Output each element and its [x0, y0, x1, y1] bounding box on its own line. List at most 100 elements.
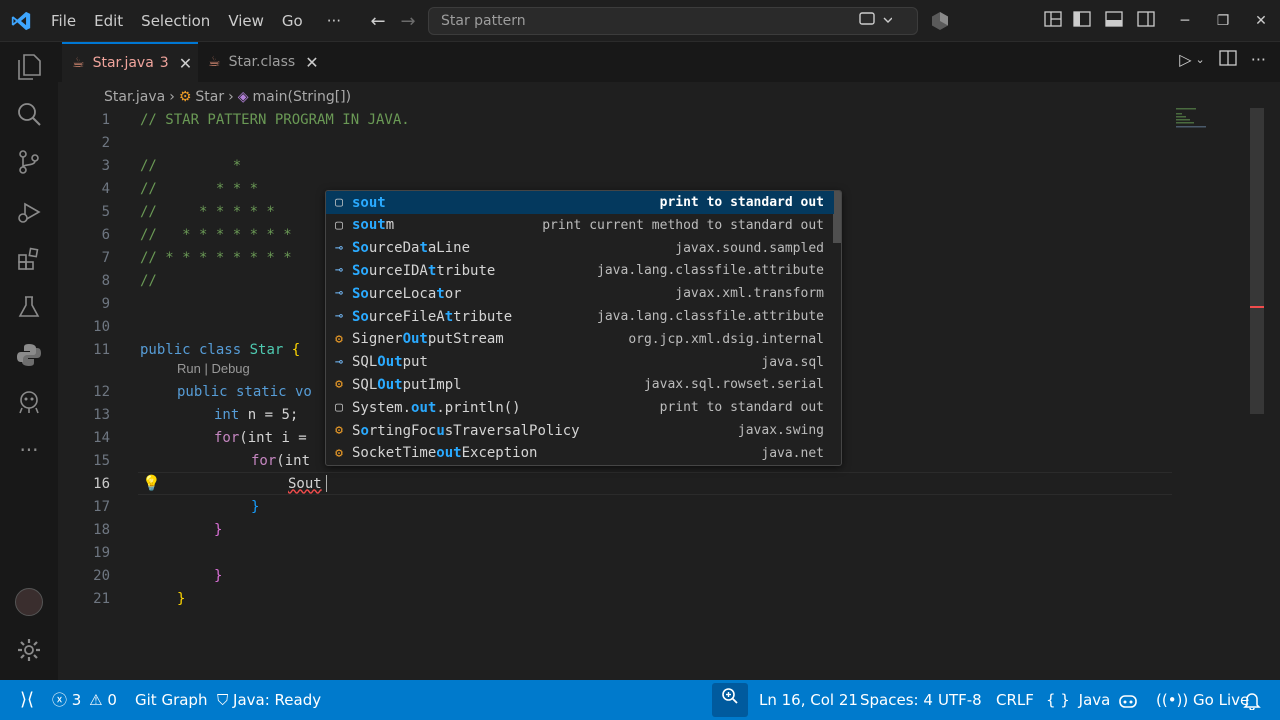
match-highlight: sout — [352, 194, 386, 211]
accounts-hexagon-icon[interactable] — [930, 11, 950, 35]
toggle-primary-sidebar-icon[interactable] — [1066, 11, 1098, 31]
match-highlight: out — [411, 399, 437, 416]
problems-indicator[interactable]: ⓧ 3 ⚠ 0 — [52, 680, 117, 720]
java-file-icon: ☕ — [208, 54, 221, 70]
more-actions-icon[interactable]: ··· — [1251, 50, 1266, 70]
error-scroll-marker — [1250, 306, 1264, 308]
language-mode[interactable]: { } Java — [1046, 680, 1110, 720]
zoom-icon[interactable] — [712, 683, 748, 717]
tab-star-java[interactable]: ☕ Star.java 3 ✕ — [62, 42, 198, 82]
menu-more[interactable]: ··· — [318, 0, 350, 42]
suggestion-label: SortingFocusTraversalPolicy — [352, 423, 738, 439]
suggestion-item[interactable]: ⚙ SQLOutputImpl javax.sql.rowset.serial — [326, 373, 834, 396]
go-live-button[interactable]: ((•)) Go Live — [1156, 680, 1249, 720]
explorer-files-icon[interactable] — [14, 52, 44, 82]
suggestion-item[interactable]: ⊸ SourceFileAttribute java.lang.classfile.… — [326, 305, 834, 328]
suggestion-item[interactable]: ⚙ SignerOutputStream org.jcp.xml.dsig.inte… — [326, 328, 834, 351]
label-text: put — [402, 354, 428, 371]
minimize-button[interactable]: ─ — [1166, 13, 1204, 29]
menu-view[interactable]: View — [219, 0, 273, 42]
customize-layout-icon[interactable] — [1040, 11, 1066, 31]
code-comment: // * * * * * * * * — [140, 249, 292, 266]
suggestion-item[interactable]: ⚙ SortingFocusTraversalPolicy javax.swing — [326, 419, 834, 442]
suggestion-item[interactable]: ⊸ SourceDataLine javax.sound.sampled — [326, 237, 834, 260]
source-control-icon[interactable] — [14, 147, 44, 177]
close-icon[interactable]: ✕ — [305, 53, 318, 72]
more-views-icon[interactable]: ··· — [14, 435, 44, 465]
toggle-secondary-sidebar-icon[interactable] — [1130, 11, 1162, 31]
remote-explorer-icon[interactable] — [14, 387, 44, 417]
label-text: System. — [352, 399, 412, 416]
menu-file[interactable]: File — [42, 0, 85, 42]
menu-selection[interactable]: Selection — [132, 0, 219, 42]
run-java-icon[interactable]: ▷ — [1179, 50, 1191, 70]
suggestion-item[interactable]: ⊸ SQLOutput java.sql — [326, 351, 834, 374]
breadcrumb-class[interactable]: Star — [195, 89, 224, 105]
suggestion-item[interactable]: ⊸ SourceLocator javax.xml.transform — [326, 282, 834, 305]
class-icon: ⚙ — [178, 89, 192, 105]
notifications-bell-icon[interactable] — [1243, 680, 1261, 720]
label-text: putStream — [427, 331, 504, 348]
settings-gear-icon[interactable] — [14, 635, 44, 665]
encoding[interactable]: UTF-8 — [938, 680, 982, 720]
breadcrumb-method[interactable]: main(String[]) — [253, 89, 352, 105]
forward-arrow-icon[interactable]: → — [393, 11, 423, 32]
label-text: or — [444, 285, 462, 302]
testing-flask-icon[interactable] — [14, 292, 44, 322]
restore-button[interactable]: ❐ — [1204, 13, 1242, 29]
remote-indicator-icon[interactable]: ⟩⟨ — [0, 680, 54, 720]
suggestion-item[interactable]: ⚙ SocketTimeoutException java.net — [326, 442, 834, 465]
search-icon[interactable] — [14, 99, 44, 129]
method-icon: ◈ — [237, 89, 249, 105]
suggest-scrollbar[interactable] — [833, 191, 841, 243]
minimap[interactable] — [1176, 108, 1216, 138]
breadcrumb-file[interactable]: Star.java — [104, 89, 165, 105]
code-comment: // — [140, 272, 157, 289]
command-center-search[interactable]: Star pattern — [428, 7, 918, 35]
menu-edit[interactable]: Edit — [85, 0, 132, 42]
class-icon: ⚙ — [335, 331, 343, 347]
chevron-down-icon[interactable]: ⌄ — [1196, 53, 1205, 70]
java-status[interactable]: ⛉ Java: Ready — [217, 680, 321, 720]
close-icon[interactable]: ✕ — [179, 54, 192, 73]
split-editor-icon[interactable] — [1219, 50, 1237, 70]
line-number: 10 — [93, 318, 110, 335]
suggestion-item[interactable]: ⊸ SourceIDAttribute java.lang.classfile.at… — [326, 259, 834, 282]
toggle-panel-icon[interactable] — [1098, 11, 1130, 31]
extensions-icon[interactable] — [14, 244, 44, 274]
suggestion-label: SQLOutput — [352, 354, 761, 370]
python-icon[interactable] — [14, 340, 44, 370]
code-brace: { — [291, 341, 301, 358]
broadcast-icon: ((•)) — [1156, 691, 1189, 709]
suggestion-label: SourceDataLine — [352, 240, 675, 256]
back-arrow-icon[interactable]: ← — [363, 11, 393, 32]
label-text: SocketTime — [352, 445, 437, 462]
line-endings[interactable]: CRLF — [996, 680, 1034, 720]
tab-star-class[interactable]: ☕ Star.class ✕ — [198, 42, 324, 82]
editor-tabs: ☕ Star.java 3 ✕ ☕ Star.class ✕ ▷ ⌄ ··· — [58, 42, 1280, 82]
label-text: SQL — [352, 376, 378, 393]
class-icon: ⚙ — [335, 423, 343, 438]
copilot-status-icon[interactable] — [1118, 680, 1138, 720]
close-window-button[interactable]: ✕ — [1242, 13, 1280, 29]
cursor-position[interactable]: Ln 16, Col 21 — [759, 680, 858, 720]
code-statement: for(int i = — [214, 430, 315, 446]
braces-icon: { } — [1046, 691, 1070, 709]
suggestion-item[interactable]: ▢ soutm print current method to standard o… — [326, 214, 834, 237]
run-debug-icon[interactable] — [14, 197, 44, 227]
copilot-chat-icon[interactable] — [858, 10, 893, 34]
suggestion-item[interactable]: ▢ System.out.println() print to standard o… — [326, 396, 834, 419]
autocomplete-suggestions[interactable]: ▢ sout print to standard out ▢ soutm print cu… — [325, 190, 842, 466]
problem-count-badge: 3 — [159, 55, 169, 71]
match-highlight: u — [436, 422, 445, 439]
git-graph-button[interactable]: Git Graph — [135, 680, 207, 720]
suggestion-detail: javax.xml.transform — [675, 286, 824, 302]
suggestion-item[interactable]: ▢ sout print to standard out — [326, 191, 834, 214]
line-number: 9 — [101, 295, 110, 312]
menu-go[interactable]: Go — [273, 0, 312, 42]
run-debug-codelens[interactable]: Run | Debug — [177, 361, 250, 376]
avatar[interactable] — [14, 587, 44, 617]
vertical-scrollbar[interactable] — [1250, 108, 1264, 414]
label-text: urceFileA — [368, 308, 445, 325]
indentation[interactable]: Spaces: 4 — [860, 680, 933, 720]
